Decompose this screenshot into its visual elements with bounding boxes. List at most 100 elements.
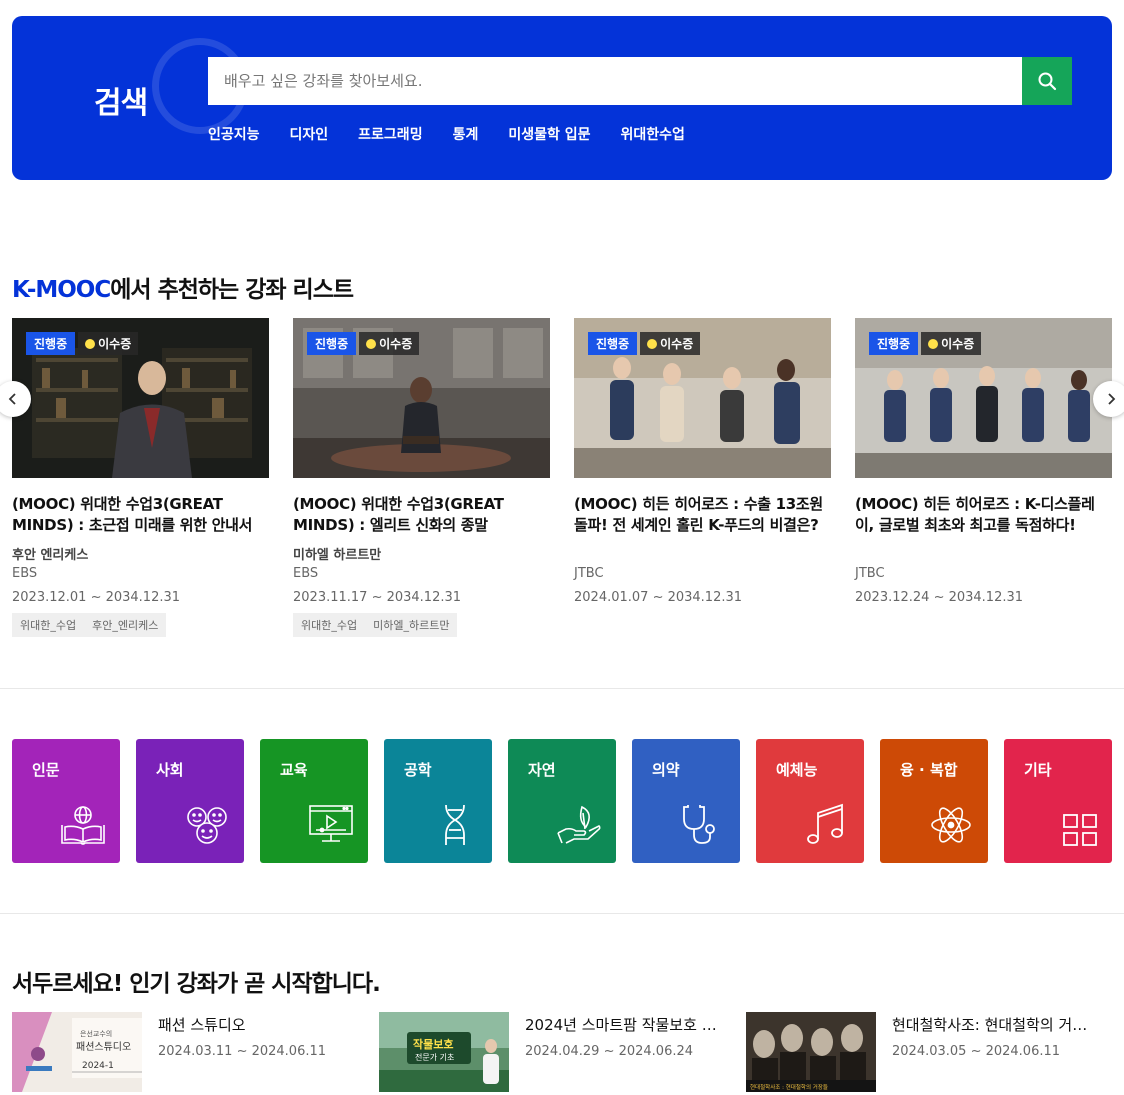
popular-course-title[interactable]: 현대철학사조: 현대철학의 거장들 — [892, 1014, 1088, 1035]
search-icon — [1038, 72, 1057, 91]
category-tile-social[interactable]: 사회 — [136, 739, 244, 863]
course-card[interactable]: 진행중 이수증 (MOOC) 위대한 수업3(GREAT MINDS) : 초근… — [12, 318, 269, 637]
popular-course-info: 현대철학사조: 현대철학의 거장들 2024.03.05 ~ 2024.06.1… — [892, 1012, 1088, 1092]
course-title[interactable]: (MOOC) 위대한 수업3(GREAT MINDS) : 엘리트 신화의 종말 — [293, 494, 550, 536]
course-professor: 후안 엔리케스 — [12, 548, 89, 563]
keyword-link[interactable]: 프로그래밍 — [358, 124, 422, 144]
popular-course-thumbnail[interactable]: 현대철학사조 : 현대철학의 거장들 — [746, 1012, 876, 1092]
category-label: 인문 — [32, 761, 60, 779]
certificate-badge: 이수증 — [921, 332, 982, 355]
certificate-label: 이수증 — [98, 337, 132, 351]
keyword-link[interactable]: 디자인 — [290, 124, 329, 144]
thumb-year: 2024-1 — [82, 1061, 114, 1071]
status-badge: 진행중 — [588, 332, 638, 355]
course-tags: 위대한_수업 후안_엔리케스 — [12, 613, 269, 637]
category-label: 사회 — [156, 761, 184, 779]
course-card[interactable]: 진행중 이수증 (MOOC) 위대한 수업3(GREAT MINDS) : 엘리… — [293, 318, 550, 637]
book-globe-icon — [61, 806, 105, 845]
thumb-sub: 전문가 기초 — [415, 1052, 454, 1062]
dna-icon — [445, 804, 465, 845]
course-period: 2023.12.24 ~ 2034.12.31 — [855, 590, 1024, 605]
popular-course-info: 2024년 스마트팜 작물보호 전문가 기초 2024.04.29 ~ 2024… — [525, 1012, 721, 1092]
search-button[interactable] — [1022, 57, 1072, 105]
category-tile-arts[interactable]: 예체능 — [756, 739, 864, 863]
course-badges: 진행중 이수증 — [307, 332, 420, 355]
popular-course-item[interactable]: 은선교수의 패션스튜디오 2024-1 패션 스튜디오 2024.03.11 ~… — [12, 1012, 354, 1092]
carousel-next-button[interactable] — [1093, 381, 1124, 417]
category-tile-others[interactable]: 기타 — [1004, 739, 1112, 863]
popular-course-title[interactable]: 2024년 스마트팜 작물보호 전문가 기초 — [525, 1014, 721, 1035]
keyword-link[interactable]: 인공지능 — [208, 124, 260, 144]
course-title[interactable]: (MOOC) 히든 히어로즈 : K-디스플레이, 글로벌 최초와 최고를 독점… — [855, 494, 1112, 536]
popular-course-item[interactable]: 작물보호 전문가 기초 2024년 스마트팜 작물보호 전문가 기초 2024.… — [379, 1012, 721, 1092]
monitor-play-icon — [309, 805, 353, 842]
certificate-label: 이수증 — [660, 337, 694, 351]
popular-course-thumbnail[interactable]: 은선교수의 패션스튜디오 2024-1 — [12, 1012, 142, 1092]
recommend-title-accent: K-MOOC — [12, 277, 111, 303]
popular-course-thumbnail[interactable]: 작물보호 전문가 기초 — [379, 1012, 509, 1092]
course-thumbnail[interactable]: 진행중 이수증 — [12, 318, 269, 478]
course-card[interactable]: 진행중 이수증 (MOOC) 히든 히어로즈 : 수출 13조원 돌파! 전 세… — [574, 318, 831, 605]
course-thumbnail[interactable]: 진행중 이수증 — [855, 318, 1112, 478]
certificate-badge: 이수증 — [78, 332, 139, 355]
hand-leaf-icon — [557, 805, 601, 844]
popular-course-period: 2024.03.11 ~ 2024.06.11 — [158, 1044, 327, 1059]
category-label: 자연 — [528, 761, 556, 779]
smartfarm-image: 작물보호 전문가 기초 — [379, 1012, 509, 1092]
course-tag[interactable]: 위대한_수업 — [293, 613, 366, 637]
course-badges: 진행중 이수증 — [26, 332, 139, 355]
category-label: 예체능 — [776, 761, 818, 779]
category-tile-convergence[interactable]: 융 · 복합 — [880, 739, 988, 863]
people-faces-icon — [187, 807, 227, 844]
bulb-icon — [928, 338, 939, 349]
popular-keywords: 인공지능 디자인 프로그래밍 통계 미생물학 입문 위대한수업 — [208, 124, 685, 144]
keyword-link[interactable]: 미생물학 입문 — [508, 124, 590, 144]
status-badge: 진행중 — [26, 332, 76, 355]
status-badge: 진행중 — [307, 332, 357, 355]
course-thumbnail[interactable]: 진행중 이수증 — [574, 318, 831, 478]
category-tile-education[interactable]: 교육 — [260, 739, 368, 863]
popular-course-period: 2024.03.05 ~ 2024.06.11 — [892, 1044, 1061, 1059]
svg-text:은선교수의: 은선교수의 — [80, 1029, 112, 1038]
course-tag[interactable]: 위대한_수업 — [12, 613, 85, 637]
keyword-link[interactable]: 통계 — [453, 124, 479, 144]
course-professor — [574, 544, 831, 561]
category-label: 기타 — [1024, 761, 1052, 779]
search-title: 검색 — [94, 86, 148, 121]
course-organization: EBS — [293, 566, 319, 581]
course-card[interactable]: 진행중 이수증 (MOOC) 히든 히어로즈 : K-디스플레이, 글로벌 최초… — [855, 318, 1112, 605]
search-box — [208, 57, 1022, 105]
bulb-icon — [366, 338, 377, 349]
music-note-icon — [807, 803, 843, 844]
category-tile-medicine[interactable]: 의약 — [632, 739, 740, 863]
category-tile-humanities[interactable]: 인문 — [12, 739, 120, 863]
category-label: 의약 — [652, 761, 680, 779]
course-tag[interactable]: 미하엘_하르트만 — [365, 613, 458, 637]
course-thumbnail[interactable]: 진행중 이수증 — [293, 318, 550, 478]
course-professor — [855, 544, 1112, 561]
chevron-left-icon — [8, 393, 16, 405]
search-input[interactable] — [208, 57, 1022, 105]
category-tile-engineering[interactable]: 공학 — [384, 739, 492, 863]
popular-course-item[interactable]: 현대철학사조 : 현대철학의 거장들 현대철학사조: 현대철학의 거장들 202… — [746, 1012, 1088, 1092]
bulb-icon — [647, 338, 658, 349]
certificate-badge: 이수증 — [359, 332, 420, 355]
course-title[interactable]: (MOOC) 히든 히어로즈 : 수출 13조원 돌파! 전 세계인 홀린 K-… — [574, 494, 831, 536]
recommend-title-rest: 에서 추천하는 강좌 리스트 — [110, 277, 354, 303]
stethoscope-icon — [683, 805, 715, 844]
certificate-label: 이수증 — [379, 337, 413, 351]
atom-icon — [931, 807, 971, 843]
popular-course-info: 패션 스튜디오 2024.03.11 ~ 2024.06.11 — [158, 1012, 354, 1092]
grid-icon — [1063, 814, 1097, 846]
keyword-link[interactable]: 위대한수업 — [621, 124, 685, 144]
thumb-text: 작물보호 — [413, 1037, 453, 1051]
certificate-label: 이수증 — [941, 337, 975, 351]
course-tag[interactable]: 후안_엔리케스 — [84, 613, 167, 637]
thumb-text: 패션스튜디오 — [76, 1041, 131, 1053]
search-banner: 검색 인공지능 디자인 프로그래밍 통계 미생물학 입문 위대한수업 — [12, 16, 1112, 180]
popular-course-title[interactable]: 패션 스튜디오 — [158, 1014, 354, 1035]
course-professor: 미하엘 하르트만 — [293, 548, 382, 563]
course-title[interactable]: (MOOC) 위대한 수업3(GREAT MINDS) : 초근접 미래를 위한… — [12, 494, 269, 536]
category-tile-natural-science[interactable]: 자연 — [508, 739, 616, 863]
course-tags: 위대한_수업 미하엘_하르트만 — [293, 613, 550, 637]
